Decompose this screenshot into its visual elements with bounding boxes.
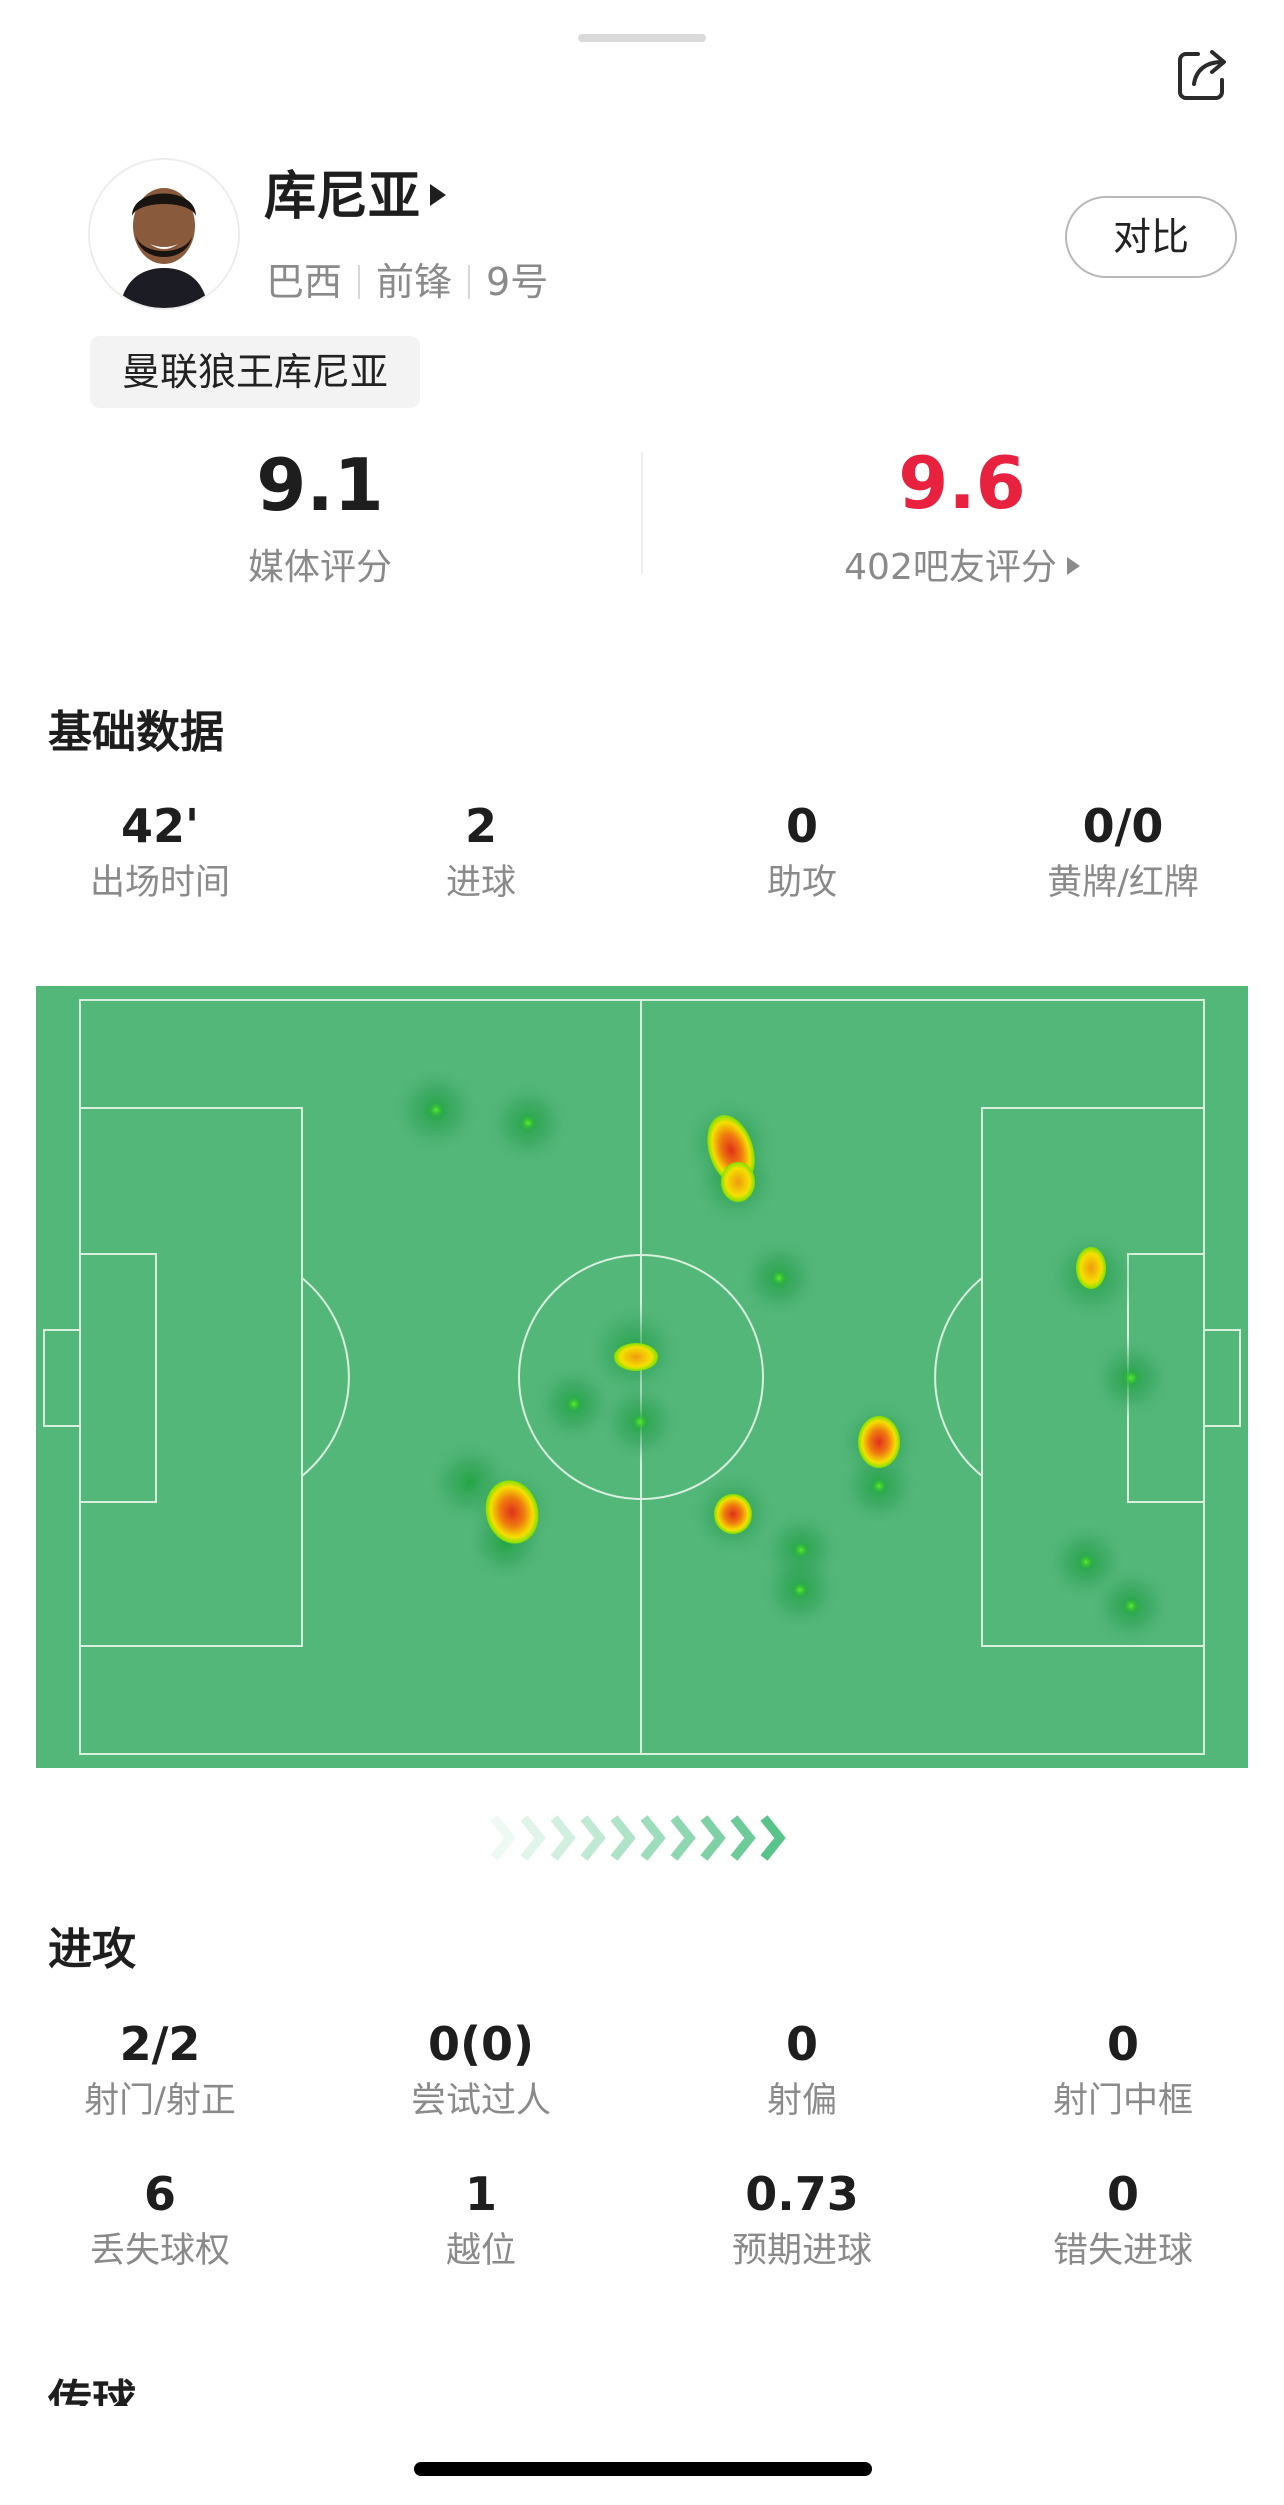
player-name[interactable]: 库尼亚 — [264, 162, 420, 232]
player-nickname-tag: 曼联狼王库尼亚 — [90, 336, 421, 408]
heatmap-svg — [36, 986, 1248, 1768]
attack-stat: 0 射偏 — [642, 2014, 962, 2128]
heatmap-pitch — [36, 986, 1248, 1768]
stat-label: 越位 — [445, 2231, 516, 2271]
player-avatar[interactable] — [90, 160, 238, 308]
basic-stat: 0 助攻 — [642, 796, 962, 910]
player-number: 9号 — [486, 260, 549, 304]
stat-label: 出场时间 — [89, 863, 230, 903]
stat-value: 6 — [143, 2167, 176, 2221]
player-detail-arrow-icon[interactable] — [430, 184, 446, 206]
stat-label: 丢失球权 — [89, 2231, 230, 2271]
attack-stat: 0 错失进球 — [963, 2164, 1283, 2278]
stat-label: 助攻 — [766, 863, 837, 903]
attack-stat: 0(0) 尝试过人 — [321, 2014, 641, 2128]
attack-stats-title: 进攻 — [48, 1924, 136, 1975]
fan-rating-value[interactable]: 9.6 — [762, 438, 1162, 528]
basic-stat: 0/0 黄牌/红牌 — [963, 796, 1283, 910]
attack-stat: 6 丢失球权 — [0, 2164, 320, 2278]
rating-divider — [641, 452, 643, 574]
attack-direction-chevrons-icon — [490, 1814, 794, 1862]
stat-label: 射偏 — [766, 2081, 837, 2121]
stat-value: 0.73 — [745, 2167, 859, 2221]
player-nationality: 巴西 — [266, 260, 343, 304]
attack-stat: 1 越位 — [321, 2164, 641, 2278]
sheet-drag-handle[interactable] — [578, 34, 706, 42]
stat-value: 0 — [785, 2017, 818, 2071]
player-meta: 巴西 前锋 9号 — [266, 254, 548, 310]
meta-divider — [358, 264, 361, 299]
media-rating-label: 媒体评分 — [247, 547, 392, 588]
attack-stat: 2/2 射门/射正 — [0, 2014, 320, 2128]
stat-value: 0 — [1106, 2167, 1139, 2221]
stat-value: 0 — [1106, 2017, 1139, 2071]
stat-value: 0(0) — [427, 2017, 535, 2071]
attack-stat: 0.73 预期进球 — [642, 2164, 962, 2278]
stat-label: 尝试过人 — [410, 2081, 551, 2121]
basic-stats-title: 基础数据 — [48, 707, 224, 758]
basic-stat: 42' 出场时间 — [0, 796, 320, 910]
stat-label: 进球 — [445, 863, 516, 903]
attack-stat: 0 射门中框 — [963, 2014, 1283, 2128]
stat-label: 预期进球 — [731, 2231, 872, 2271]
fan-rating-link[interactable]: 402吧友评分 — [762, 540, 1162, 596]
fan-rating-label: 402吧友评分 — [844, 547, 1057, 588]
stat-value: 42' — [120, 799, 200, 853]
share-icon — [1178, 50, 1226, 100]
player-position: 前锋 — [376, 260, 453, 304]
player-avatar-image — [90, 160, 238, 308]
compare-button[interactable]: 对比 — [1065, 196, 1237, 278]
stat-label: 射门中框 — [1052, 2081, 1193, 2121]
meta-divider — [468, 264, 471, 299]
passing-stats-title: 传球 — [48, 2376, 136, 2406]
stat-value: 0/0 — [1082, 799, 1164, 853]
basic-stat: 2 进球 — [321, 796, 641, 910]
stat-label: 黄牌/红牌 — [1047, 863, 1199, 903]
stat-value: 2 — [464, 799, 497, 853]
stat-value: 1 — [464, 2167, 497, 2221]
home-indicator[interactable] — [414, 2462, 872, 2476]
stat-label: 错失进球 — [1052, 2231, 1193, 2271]
stat-label: 射门/射正 — [84, 2081, 236, 2121]
stat-value: 0 — [785, 799, 818, 853]
stat-value: 2/2 — [119, 2017, 201, 2071]
share-button[interactable] — [1172, 46, 1232, 106]
fan-rating-arrow-icon — [1066, 557, 1080, 575]
media-rating-value: 9.1 — [256, 443, 384, 527]
